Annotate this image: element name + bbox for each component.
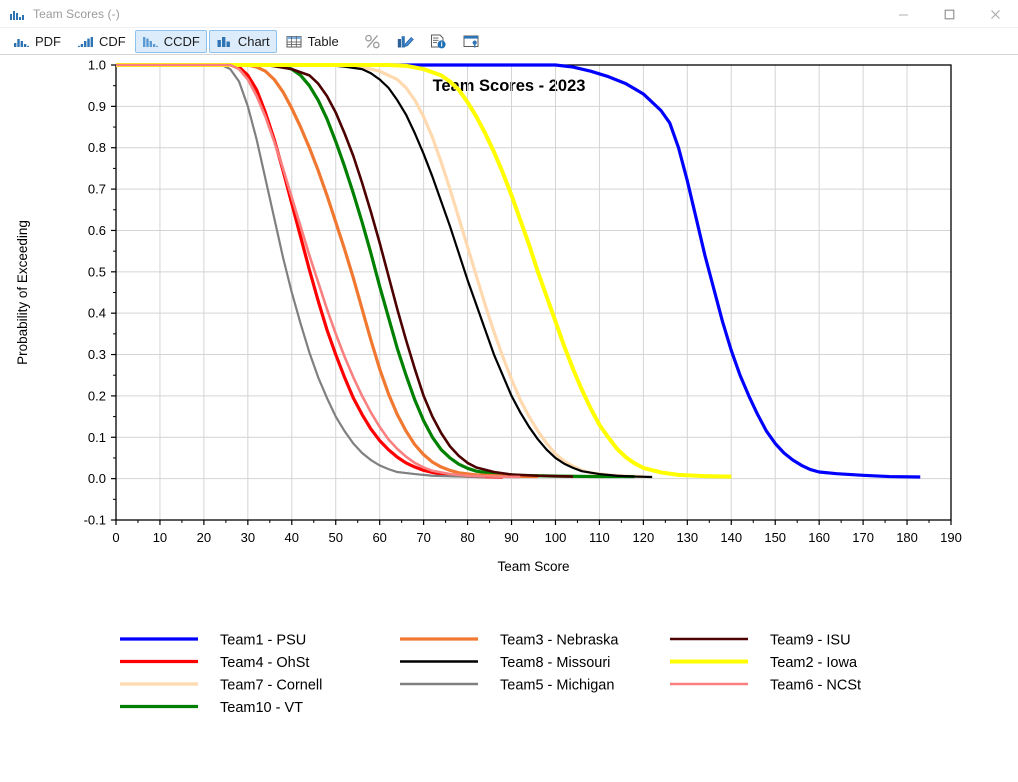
legend-label: Team3 - Nebraska (500, 633, 619, 649)
chart-edit-icon (397, 34, 414, 49)
legend-label: Team1 - PSU (220, 633, 306, 649)
pdf-histogram-icon (13, 34, 30, 49)
legend-item[interactable]: Team5 - Michigan (400, 678, 614, 694)
x-tick-label: 10 (153, 530, 167, 545)
ccdf-histogram-icon (142, 34, 159, 49)
x-tick-label: 80 (460, 530, 474, 545)
tool-cdf[interactable]: CDF (70, 30, 133, 53)
tool-percent[interactable] (357, 30, 388, 53)
y-tick-label: 0.4 (88, 306, 106, 321)
tool-ccdf-label: CCDF (163, 33, 200, 49)
window-titlebar: Team Scores (-) (0, 0, 1018, 28)
legend-item[interactable]: Team10 - VT (120, 700, 303, 716)
tool-cdf-label: CDF (99, 33, 126, 49)
legend-label: Team9 - ISU (770, 633, 851, 649)
x-tick-label: 0 (112, 530, 119, 545)
x-tick-label: 60 (372, 530, 386, 545)
y-tick-label: 0.7 (88, 182, 106, 197)
series-group (116, 63, 921, 479)
x-tick-label: 20 (197, 530, 211, 545)
tool-chart[interactable]: Chart (208, 29, 277, 53)
chart-legend: Team1 - PSU Team4 - OhSt Team7 - Cornell Te… (120, 633, 861, 716)
x-tick-label: 90 (504, 530, 518, 545)
tool-table-label: Table (307, 33, 339, 49)
y-tick-label: 0.5 (88, 264, 106, 279)
y-axis-label: Probability of Exceeding (15, 220, 30, 365)
series-line-team9[interactable] (116, 63, 574, 478)
x-tick-label: 140 (720, 530, 742, 545)
y-tick-label: 0.9 (88, 99, 106, 114)
series-line-team1[interactable] (116, 63, 921, 479)
series-line-team8[interactable] (116, 63, 653, 479)
x-tick-label: 150 (764, 530, 786, 545)
tool-pdf[interactable]: PDF (6, 30, 68, 53)
tool-ccdf[interactable]: CCDF (134, 29, 207, 53)
x-tick-label: 120 (633, 530, 655, 545)
legend-label: Team6 - NCSt (770, 678, 861, 694)
tool-table[interactable]: Table (279, 30, 346, 53)
maximize-button[interactable] (926, 0, 972, 28)
x-tick-label: 50 (329, 530, 343, 545)
legend-item[interactable]: Team2 - Iowa (670, 655, 858, 671)
report-info-icon (430, 34, 447, 49)
legend-label: Team2 - Iowa (770, 655, 858, 671)
legend-label: Team4 - OhSt (220, 655, 309, 671)
percent-icon (364, 34, 381, 49)
y-tick-label: 0.6 (88, 223, 106, 238)
y-tick-label: 0.0 (88, 471, 106, 486)
y-tick-label: 1.0 (88, 58, 106, 73)
bar-chart-icon (216, 34, 233, 49)
y-tick-label: 0.2 (88, 388, 106, 403)
series-line-team4[interactable] (116, 63, 503, 479)
table-grid-icon (286, 34, 303, 49)
x-tick-label: 70 (416, 530, 430, 545)
window-settings-icon (463, 34, 480, 49)
x-tick-label: 100 (545, 530, 567, 545)
window-controls (880, 0, 1018, 28)
y-tick-label: -0.1 (84, 513, 106, 528)
window-title: Team Scores (-) (33, 6, 120, 21)
ccdf-chart[interactable]: Team Scores - 20230 10 20 30 40 50 60 70 80 90 100… (0, 55, 1018, 782)
x-tick-label: 130 (676, 530, 698, 545)
legend-label: Team7 - Cornell (220, 678, 322, 694)
y-tick-label: 0.1 (88, 430, 106, 445)
x-tick-label: 170 (852, 530, 874, 545)
main-toolbar: PDF CDF CCDF Chart Table (0, 28, 1018, 55)
tool-chart-edit[interactable] (390, 30, 421, 53)
legend-item[interactable]: Team3 - Nebraska (400, 633, 619, 649)
x-tick-label: 30 (241, 530, 255, 545)
legend-item[interactable]: Team9 - ISU (670, 633, 851, 649)
legend-item[interactable]: Team7 - Cornell (120, 678, 322, 694)
series-line-team10[interactable] (116, 63, 635, 479)
app-bar-chart-icon (9, 6, 25, 22)
chart-container: Team Scores - 2023 0 10 20 30 40 50 60 70 80 90 100… (0, 55, 1018, 782)
x-tick-label: 160 (808, 530, 830, 545)
legend-item[interactable]: Team8 - Missouri (400, 655, 610, 671)
plot-frame (115, 64, 952, 521)
y-tick-label: 0.3 (88, 347, 106, 362)
legend-label: Team10 - VT (220, 700, 303, 716)
x-axis-label: Team Score (497, 559, 569, 574)
legend-label: Team8 - Missouri (500, 655, 610, 671)
tool-pdf-label: PDF (35, 33, 61, 49)
tool-report-info[interactable] (423, 30, 454, 53)
legend-item[interactable]: Team4 - OhSt (120, 655, 309, 671)
legend-label: Team5 - Michigan (500, 678, 614, 694)
legend-item[interactable]: Team6 - NCSt (670, 678, 861, 694)
tool-window-settings[interactable] (456, 30, 487, 53)
x-tick-label: 180 (896, 530, 918, 545)
x-tick-label: 110 (589, 530, 610, 545)
minimize-button[interactable] (880, 0, 926, 28)
x-tick-label: 40 (285, 530, 299, 545)
tool-chart-label: Chart (237, 33, 270, 49)
cdf-histogram-icon (77, 34, 94, 49)
legend-item[interactable]: Team1 - PSU (120, 633, 306, 649)
y-tick-label: 0.8 (88, 140, 106, 155)
close-button[interactable] (972, 0, 1018, 28)
series-line-team6[interactable] (116, 63, 521, 479)
x-tick-label: 190 (940, 530, 962, 545)
